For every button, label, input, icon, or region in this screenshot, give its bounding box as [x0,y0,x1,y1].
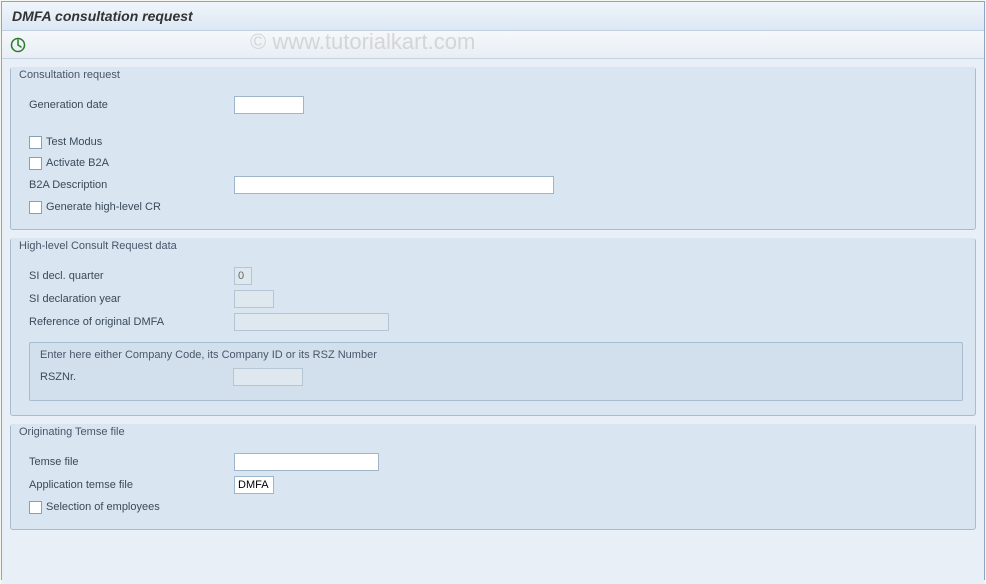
group-high-level: High-level Consult Request data SI decl.… [10,238,976,416]
generation-date-input[interactable] [234,96,304,114]
generate-high-level-cr-checkbox[interactable] [29,201,42,214]
window-title: DMFA consultation request [12,8,193,24]
b2a-description-label: B2A Description [29,179,234,191]
app-temse-input[interactable] [234,476,274,494]
test-modus-checkbox[interactable] [29,136,42,149]
temse-file-label: Temse file [29,456,234,468]
company-code-box: Enter here either Company Code, its Comp… [29,342,963,401]
group-title-temse: Originating Temse file [11,424,975,442]
content-area: Consultation request Generation date Tes… [2,59,984,584]
toolbar [2,31,984,59]
title-bar: DMFA consultation request [2,2,984,31]
group-title-high-level: High-level Consult Request data [11,238,975,256]
generate-high-level-cr-label: Generate high-level CR [46,201,161,213]
si-year-label: SI declaration year [29,293,234,305]
activate-b2a-label: Activate B2A [46,157,109,169]
group-title-consultation: Consultation request [11,67,975,85]
si-quarter-input [234,267,252,285]
b2a-description-input[interactable] [234,176,554,194]
main-window: DMFA consultation request Consultation r… [1,1,985,580]
ref-dmfa-label: Reference of original DMFA [29,316,234,328]
company-code-instruction: Enter here either Company Code, its Comp… [40,349,952,361]
rsznr-input [233,368,303,386]
group-temse: Originating Temse file Temse file Applic… [10,424,976,530]
test-modus-label: Test Modus [46,136,102,148]
si-year-input [234,290,274,308]
group-consultation-request: Consultation request Generation date Tes… [10,67,976,230]
si-quarter-label: SI decl. quarter [29,270,234,282]
rsznr-label: RSZNr. [40,371,233,383]
temse-file-input[interactable] [234,453,379,471]
activate-b2a-checkbox[interactable] [29,157,42,170]
ref-dmfa-input [234,313,389,331]
selection-employees-label: Selection of employees [46,501,160,513]
generation-date-label: Generation date [29,99,234,111]
execute-icon[interactable] [10,37,26,53]
app-temse-label: Application temse file [29,479,234,491]
selection-employees-checkbox[interactable] [29,501,42,514]
